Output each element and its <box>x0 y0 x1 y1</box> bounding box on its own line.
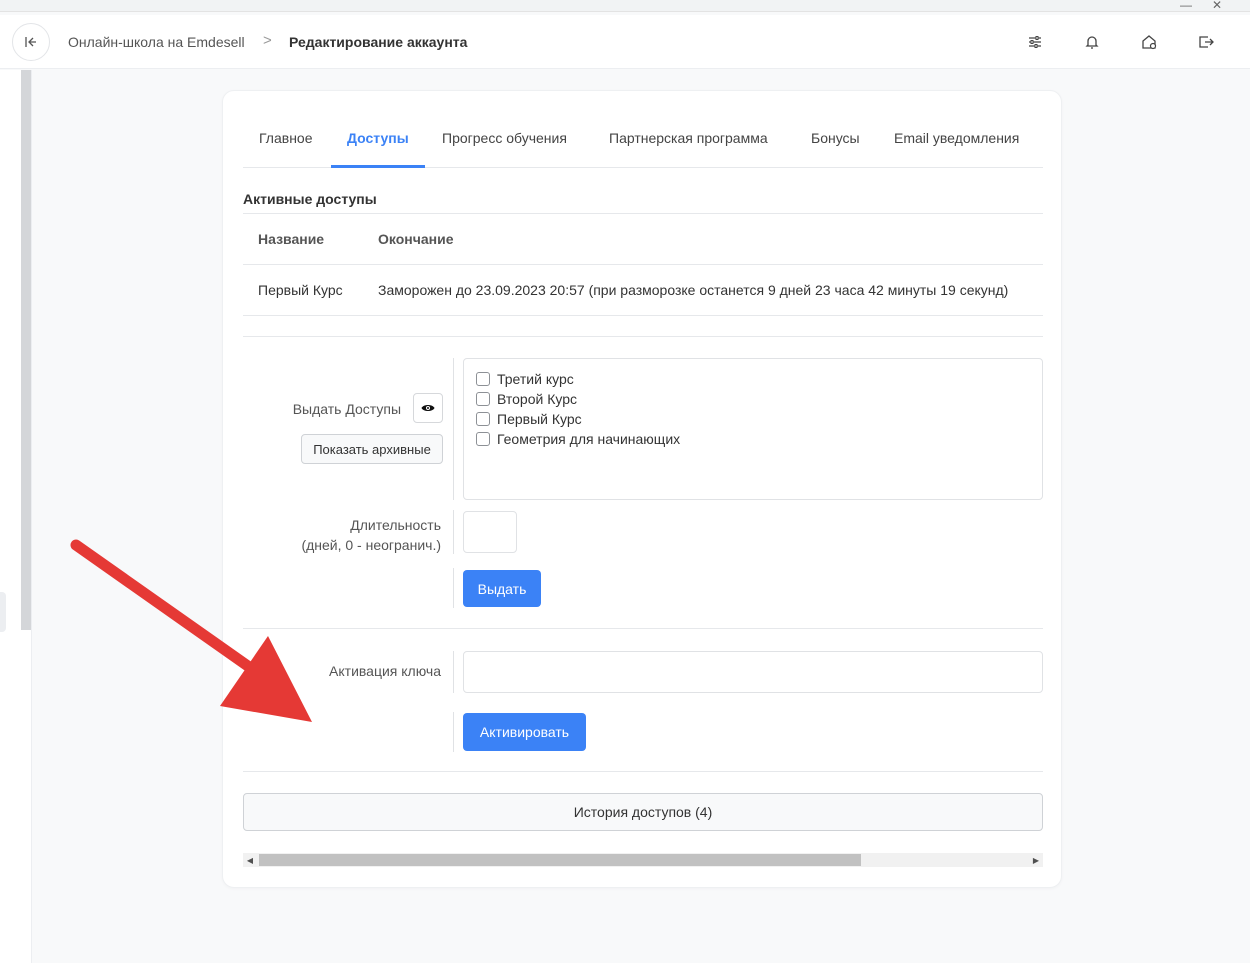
minimize-icon[interactable]: — <box>1180 0 1192 12</box>
divider <box>243 264 1043 265</box>
tabs: Главное Доступы Прогресс обучения Партне… <box>243 111 1043 168</box>
active-access-title: Активные доступы <box>243 191 377 207</box>
sliders-icon[interactable] <box>1025 32 1045 52</box>
course-checkbox[interactable] <box>476 432 490 446</box>
close-window-icon[interactable]: ✕ <box>1212 0 1222 12</box>
form-divider <box>453 651 454 693</box>
eye-icon <box>421 405 435 411</box>
tab-email[interactable]: Email уведомления <box>894 111 1019 168</box>
course-checkbox[interactable] <box>476 392 490 406</box>
divider <box>243 213 1043 214</box>
divider <box>243 628 1043 629</box>
breadcrumb-separator: > <box>263 32 272 49</box>
course-label: Второй Курс <box>497 391 577 407</box>
grant-button[interactable]: Выдать <box>463 570 541 607</box>
form-divider <box>453 712 454 752</box>
sidebar-scrollbar[interactable] <box>21 70 31 630</box>
grant-access-label: Выдать Доступы <box>292 401 401 417</box>
access-row-end-cell: Заморожен до 23.09.2023 20:57 (при размо… <box>378 274 1043 310</box>
divider <box>243 336 1043 337</box>
show-archived-button[interactable]: Показать архивные <box>301 434 443 464</box>
list-item[interactable]: Первый Курс <box>476 409 582 429</box>
home-settings-icon[interactable] <box>1139 32 1159 52</box>
logout-icon[interactable] <box>1196 32 1216 52</box>
form-divider <box>453 510 454 554</box>
browser-chrome-strip: — ✕ <box>0 0 1250 12</box>
horizontal-scrollbar[interactable]: ◀ ▶ <box>243 853 1043 867</box>
account-edit-card: Главное Доступы Прогресс обучения Партне… <box>222 90 1062 888</box>
key-activation-label: Активация ключа <box>329 663 441 679</box>
top-header: Онлайн-школа на Emdesell > Редактировани… <box>0 15 1250 69</box>
activate-button[interactable]: Активировать <box>463 713 586 751</box>
divider <box>243 771 1043 772</box>
course-label: Третий курс <box>497 371 574 387</box>
duration-hint: (дней, 0 - неогранич.) <box>301 537 441 553</box>
list-item[interactable]: Геометрия для начинающих <box>476 429 680 449</box>
column-header-end: Окончание <box>378 231 454 247</box>
course-label: Геометрия для начинающих <box>497 431 681 447</box>
course-checkbox[interactable] <box>476 372 490 386</box>
form-divider <box>453 568 454 608</box>
collapse-left-icon <box>25 37 36 47</box>
column-header-name: Название <box>258 231 325 247</box>
scroll-left-icon[interactable]: ◀ <box>243 853 257 867</box>
divider <box>243 315 1043 316</box>
tab-bonuses[interactable]: Бонусы <box>811 111 860 168</box>
course-list: Третий курс Второй Курс Первый Курс Геом… <box>463 358 1043 500</box>
form-divider <box>453 358 454 500</box>
tab-partner[interactable]: Партнерская программа <box>609 111 768 168</box>
toggle-visibility-button[interactable] <box>413 393 443 423</box>
duration-label: Длительность <box>350 517 441 533</box>
page-title: Редактирование аккаунта <box>289 34 468 50</box>
access-history-button[interactable]: История доступов (4) <box>243 793 1043 831</box>
key-input[interactable] <box>463 651 1043 693</box>
access-row-name: Первый Курс <box>258 282 343 298</box>
bell-icon[interactable] <box>1082 32 1102 52</box>
scroll-right-icon[interactable]: ▶ <box>1029 853 1043 867</box>
tab-main[interactable]: Главное <box>259 111 313 168</box>
breadcrumb-root[interactable]: Онлайн-школа на Emdesell <box>68 34 245 50</box>
scrollbar-thumb[interactable] <box>259 854 861 866</box>
tab-access[interactable]: Доступы <box>331 111 425 168</box>
duration-input[interactable] <box>463 511 517 553</box>
course-checkbox[interactable] <box>476 412 490 426</box>
course-label: Первый Курс <box>497 411 582 427</box>
collapse-sidebar-button[interactable] <box>12 23 50 61</box>
sidebar-handle[interactable] <box>0 592 6 632</box>
list-item[interactable]: Второй Курс <box>476 389 577 409</box>
list-item[interactable]: Третий курс <box>476 369 574 389</box>
tab-progress[interactable]: Прогресс обучения <box>442 111 567 168</box>
access-row-end: Заморожен до 23.09.2023 20:57 (при размо… <box>378 282 1009 298</box>
